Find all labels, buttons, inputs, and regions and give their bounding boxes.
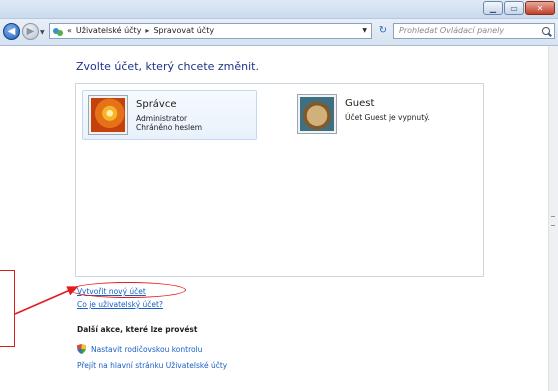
annotation-arrow: [14, 286, 79, 315]
